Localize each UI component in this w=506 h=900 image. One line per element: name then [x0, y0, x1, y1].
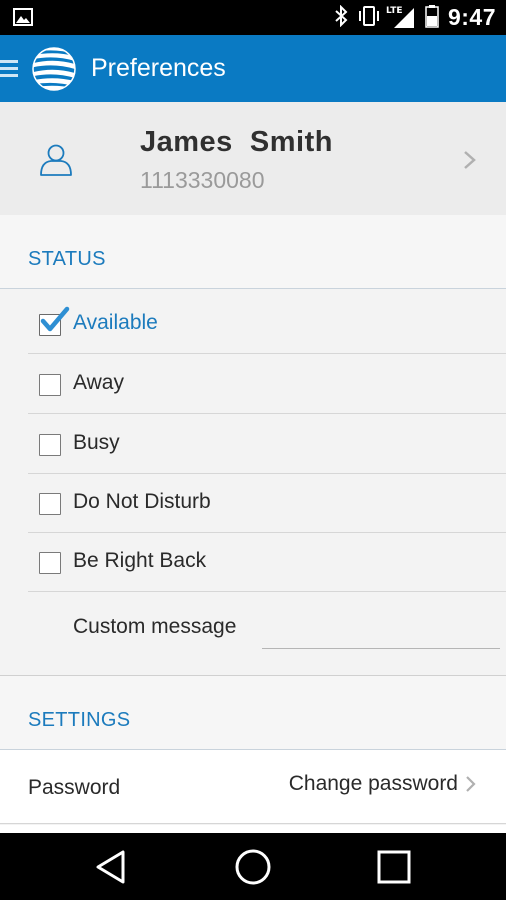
app-bar: Preferences	[0, 35, 506, 102]
away-checkbox[interactable]	[39, 374, 61, 396]
navigation-bar	[0, 833, 506, 900]
user-icon	[37, 142, 75, 178]
status-header-label: STATUS	[28, 248, 106, 270]
status-label: Be Right Back	[73, 549, 207, 572]
be-right-back-checkbox[interactable]	[39, 552, 61, 574]
password-row[interactable]: Password Change password	[0, 750, 506, 824]
chevron-right-icon[interactable]	[465, 774, 477, 794]
profile-number: 1113330080	[140, 167, 265, 193]
vibrate-icon	[357, 5, 381, 31]
settings-header-label: SETTINGS	[28, 709, 131, 731]
att-logo-icon[interactable]	[32, 47, 76, 91]
do-not-disturb-checkbox[interactable]	[39, 493, 61, 515]
custom-message-label: Custom message	[73, 615, 237, 638]
status-bar: LTE 9:47	[0, 0, 506, 35]
bluetooth-icon	[334, 4, 348, 31]
profile-name: James Smith	[140, 126, 333, 158]
back-icon[interactable]	[92, 847, 132, 887]
list-continuation	[0, 825, 506, 833]
available-checkbox[interactable]	[39, 306, 70, 336]
checkmark-icon	[40, 306, 70, 332]
settings-section-header: SETTINGS	[0, 676, 506, 750]
image-icon	[13, 8, 33, 30]
network-type-label: LTE	[385, 5, 403, 16]
recents-icon[interactable]	[374, 847, 414, 887]
menu-icon[interactable]	[0, 57, 18, 81]
page-title: Preferences	[91, 54, 226, 82]
change-password-link[interactable]: Change password	[289, 772, 458, 796]
status-label: Available	[73, 311, 158, 334]
status-section-header: STATUS	[0, 215, 506, 289]
profile-card[interactable]: James Smith 1113330080	[0, 102, 506, 215]
clock: 9:47	[447, 4, 496, 30]
status-label: Do Not Disturb	[73, 490, 211, 513]
signal-icon: LTE	[386, 6, 416, 30]
status-option-away[interactable]: Away	[28, 355, 506, 414]
chevron-right-icon[interactable]	[462, 149, 478, 171]
status-option-available[interactable]: Available	[28, 295, 506, 354]
home-icon[interactable]	[233, 847, 273, 887]
status-option-busy[interactable]: Busy	[28, 415, 506, 474]
status-label: Away	[73, 371, 124, 394]
password-label: Password	[28, 776, 121, 799]
status-list: Available Away Busy Do Not Disturb Be Ri…	[0, 289, 506, 675]
custom-message-input[interactable]	[262, 613, 500, 649]
busy-checkbox[interactable]	[39, 434, 61, 456]
status-option-be-right-back[interactable]: Be Right Back	[28, 533, 506, 592]
custom-message-row: Custom message	[28, 593, 506, 675]
status-option-do-not-disturb[interactable]: Do Not Disturb	[28, 474, 506, 533]
battery-icon	[425, 4, 439, 32]
status-label: Busy	[73, 431, 120, 454]
